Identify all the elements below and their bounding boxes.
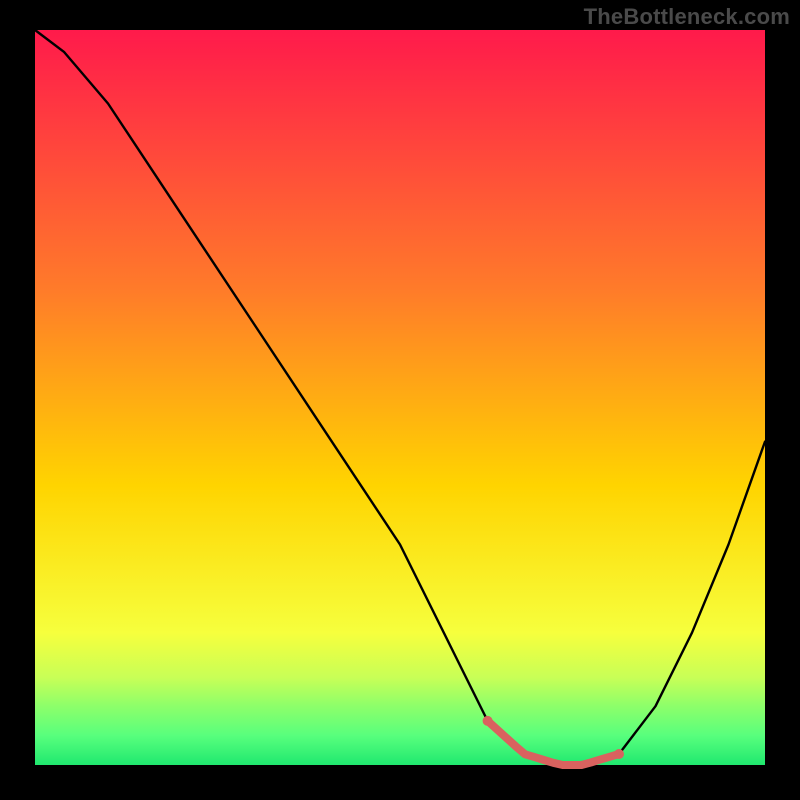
chart-container: TheBottleneck.com bbox=[0, 0, 800, 800]
watermark-text: TheBottleneck.com bbox=[584, 4, 790, 30]
bottleneck-chart bbox=[0, 0, 800, 800]
accent-start-dot bbox=[483, 716, 493, 726]
plot-area bbox=[35, 30, 765, 765]
accent-end-dot bbox=[614, 749, 624, 759]
